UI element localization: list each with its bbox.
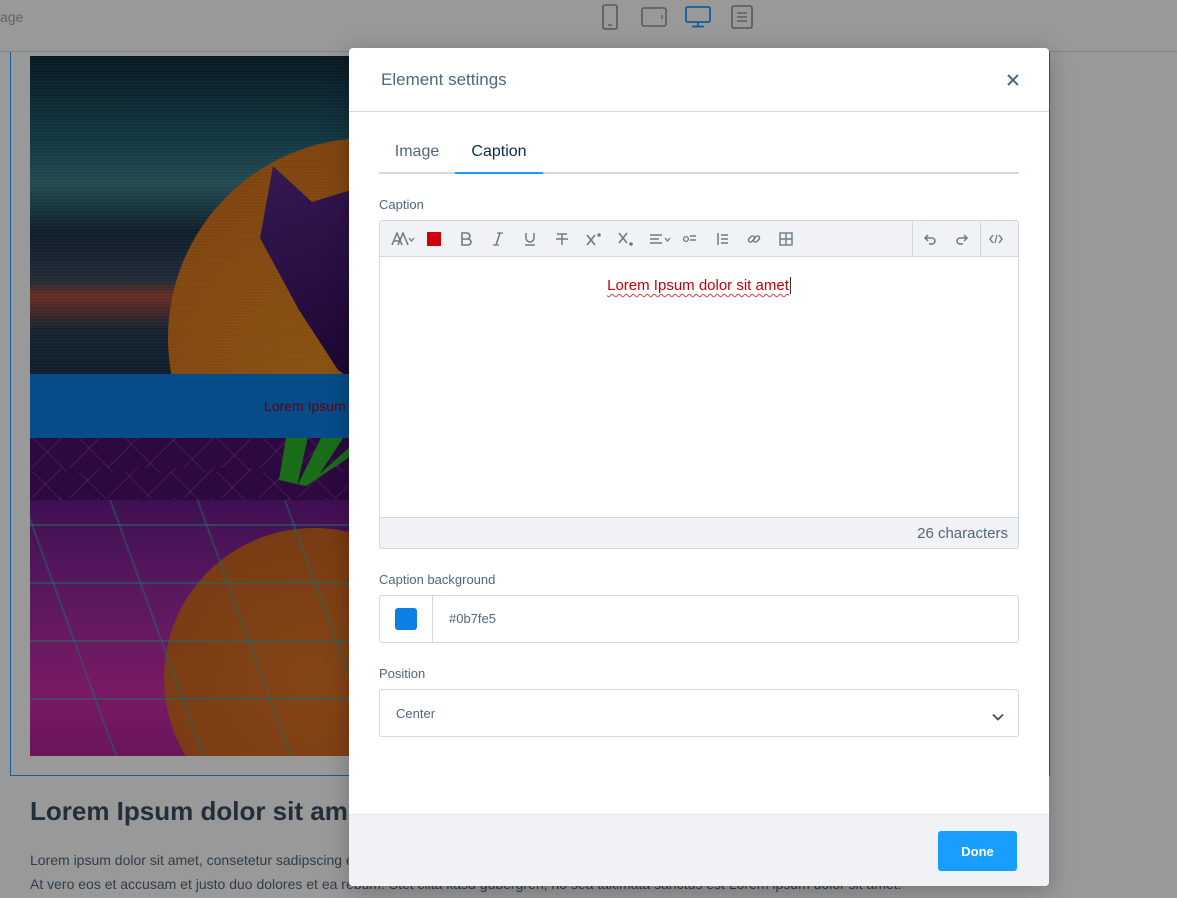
code-view-icon[interactable] <box>983 227 1009 251</box>
caption-editor-text: Lorem Ipsum dolor sit amet <box>607 277 791 294</box>
editor-status-bar: 26 characters <box>380 517 1018 548</box>
color-picker-button[interactable] <box>380 596 433 642</box>
toolbar-separator <box>980 221 981 257</box>
link-icon[interactable] <box>741 227 767 251</box>
caption-background-label: Caption background <box>379 572 496 587</box>
position-select[interactable]: Center <box>379 689 1019 737</box>
caption-field-label: Caption <box>379 197 424 212</box>
tab-caption[interactable]: Caption <box>455 134 543 174</box>
caption-background-field: #0b7fe5 <box>379 595 1019 643</box>
done-button[interactable]: Done <box>938 831 1017 871</box>
modal-title: Element settings <box>381 70 507 89</box>
bullet-list-icon[interactable] <box>677 227 703 251</box>
subscript-icon[interactable] <box>613 227 639 251</box>
italic-icon[interactable] <box>485 227 511 251</box>
text-style-icon[interactable] <box>388 227 418 251</box>
tab-image[interactable]: Image <box>379 134 455 174</box>
element-settings-modal: Element settings Image Caption Caption L… <box>349 48 1049 886</box>
numbered-list-icon[interactable] <box>709 227 735 251</box>
strikethrough-icon[interactable] <box>549 227 575 251</box>
toolbar-separator <box>912 221 913 257</box>
close-icon[interactable] <box>1003 70 1023 90</box>
chevron-down-icon <box>992 708 1004 726</box>
undo-icon[interactable] <box>917 227 943 251</box>
underline-icon[interactable] <box>517 227 543 251</box>
character-count: 26 characters <box>917 525 1008 542</box>
bold-icon[interactable] <box>453 227 479 251</box>
table-icon[interactable] <box>773 227 799 251</box>
text-color-icon[interactable] <box>421 227 447 251</box>
align-icon[interactable] <box>645 227 675 251</box>
superscript-icon[interactable] <box>581 227 607 251</box>
caption-rich-text-editor: Lorem Ipsum dolor sit amet 26 characters <box>379 220 1019 549</box>
modal-header: Element settings <box>349 48 1049 112</box>
modal-footer: Done <box>349 814 1049 886</box>
caption-editor-input[interactable]: Lorem Ipsum dolor sit amet <box>380 257 1018 517</box>
color-swatch <box>395 608 417 630</box>
color-hex-input[interactable]: #0b7fe5 <box>449 611 496 626</box>
redo-icon[interactable] <box>949 227 975 251</box>
editor-toolbar <box>380 221 1018 257</box>
position-label: Position <box>379 666 426 681</box>
position-selected-value: Center <box>396 706 436 721</box>
settings-tabs: Image Caption <box>379 134 1019 174</box>
